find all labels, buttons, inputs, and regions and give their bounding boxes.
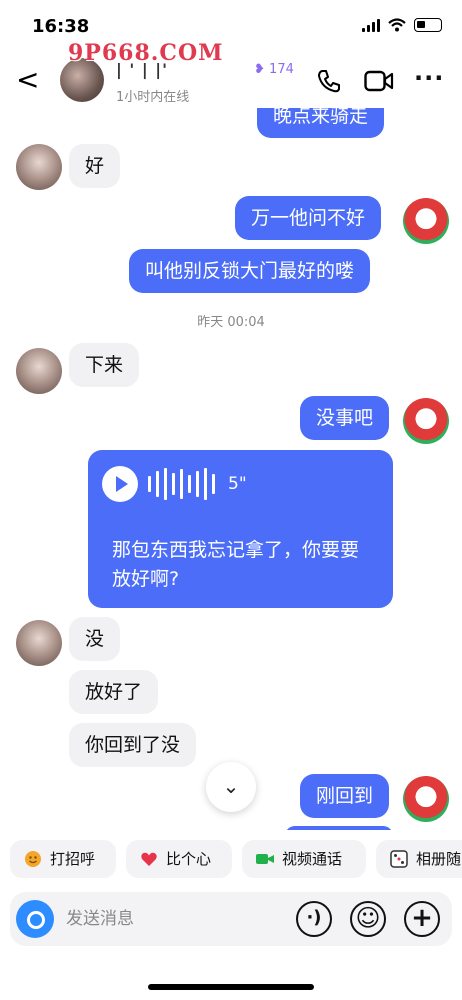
camera-icon[interactable] xyxy=(16,900,54,938)
waveform-icon xyxy=(148,466,215,502)
wifi-icon xyxy=(388,18,406,32)
video-call-icon[interactable] xyxy=(364,70,394,92)
message-bubble-outgoing[interactable]: 刚回到 xyxy=(300,774,390,818)
phone-call-icon[interactable] xyxy=(316,68,342,94)
play-icon[interactable] xyxy=(102,466,138,502)
home-indicator xyxy=(148,984,314,990)
message-bubble-outgoing[interactable]: 叫他别反锁大门最好的喽 xyxy=(129,249,371,293)
message-input[interactable] xyxy=(66,906,266,932)
message-bubble-outgoing[interactable]: 万一他问不好 xyxy=(235,196,382,240)
wave-emoji-icon xyxy=(25,851,41,867)
intimacy-badge: ❥ 174 xyxy=(254,62,294,77)
status-icons xyxy=(362,18,442,32)
emoji-button[interactable]: ☺ xyxy=(350,901,386,937)
contact-online-status: 1小时内在线 xyxy=(116,90,190,105)
message-timestamp: 昨天 00:04 xyxy=(197,315,265,330)
scroll-to-bottom-button[interactable]: ⌄ xyxy=(206,762,256,812)
voice-transcript: 那包东西我忘记拿了，你要要放好啊? xyxy=(112,539,360,590)
back-button[interactable]: < xyxy=(16,66,39,94)
sound-wave-icon: ·) xyxy=(306,907,322,928)
intimacy-count: 174 xyxy=(269,62,294,77)
contact-avatar[interactable] xyxy=(16,620,62,666)
battery-icon xyxy=(414,18,442,32)
message-bubble-incoming[interactable]: 放好了 xyxy=(69,670,159,714)
flame-icon: ❥ xyxy=(254,62,265,77)
plus-icon: + xyxy=(411,903,433,933)
quick-action-bar: 打招呼 比个心 视频通话 相册随 xyxy=(0,840,462,880)
add-attachment-button[interactable]: + xyxy=(404,901,440,937)
dice-icon xyxy=(390,850,408,868)
signal-icon xyxy=(362,18,380,32)
message-bubble-incoming[interactable]: 你回到了没 xyxy=(69,723,197,767)
message-bubble-outgoing[interactable]: 晚点来骑走 xyxy=(257,108,385,138)
contact-avatar[interactable] xyxy=(16,348,62,394)
contact-avatar[interactable] xyxy=(16,144,62,190)
quick-action-greet[interactable]: 打招呼 xyxy=(10,840,116,878)
my-avatar[interactable] xyxy=(403,198,449,244)
quick-action-label: 视频通话 xyxy=(282,850,343,868)
smiley-icon: ☺ xyxy=(355,904,381,932)
more-options-button[interactable]: ··· xyxy=(414,64,444,92)
message-bubble-outgoing[interactable] xyxy=(285,826,393,830)
quick-action-heart[interactable]: 比个心 xyxy=(126,840,232,878)
quick-action-album[interactable]: 相册随 xyxy=(376,840,462,878)
message-bubble-incoming[interactable]: 没 xyxy=(69,617,121,661)
heart-icon xyxy=(141,852,157,866)
video-camera-icon xyxy=(256,854,274,864)
chevron-down-icon: ⌄ xyxy=(222,774,240,798)
voice-message-card[interactable]: 5" 那包东西我忘记拿了，你要要放好啊? xyxy=(88,450,393,608)
quick-action-video-call[interactable]: 视频通话 xyxy=(242,840,366,878)
voice-input-button[interactable]: ·) xyxy=(296,901,332,937)
status-time: 16:38 xyxy=(32,16,90,37)
message-bubble-incoming[interactable]: 下来 xyxy=(69,343,140,387)
my-avatar[interactable] xyxy=(403,398,449,444)
message-bubble-outgoing[interactable]: 没事吧 xyxy=(300,396,390,440)
quick-action-label: 比个心 xyxy=(166,850,212,868)
message-bubble-incoming[interactable]: 好 xyxy=(69,144,121,188)
message-list[interactable]: 晚点来骑走 好 万一他问不好 叫他别反锁大门最好的喽 昨天 00:04 下来 没… xyxy=(0,108,462,830)
quick-action-label: 相册随 xyxy=(416,850,462,868)
watermark-logo: 9P668.COM xyxy=(68,40,224,66)
message-input-bar: ·) ☺ + xyxy=(10,892,452,946)
my-avatar[interactable] xyxy=(403,776,449,822)
quick-action-label: 打招呼 xyxy=(50,850,96,868)
voice-duration: 5" xyxy=(228,474,247,494)
